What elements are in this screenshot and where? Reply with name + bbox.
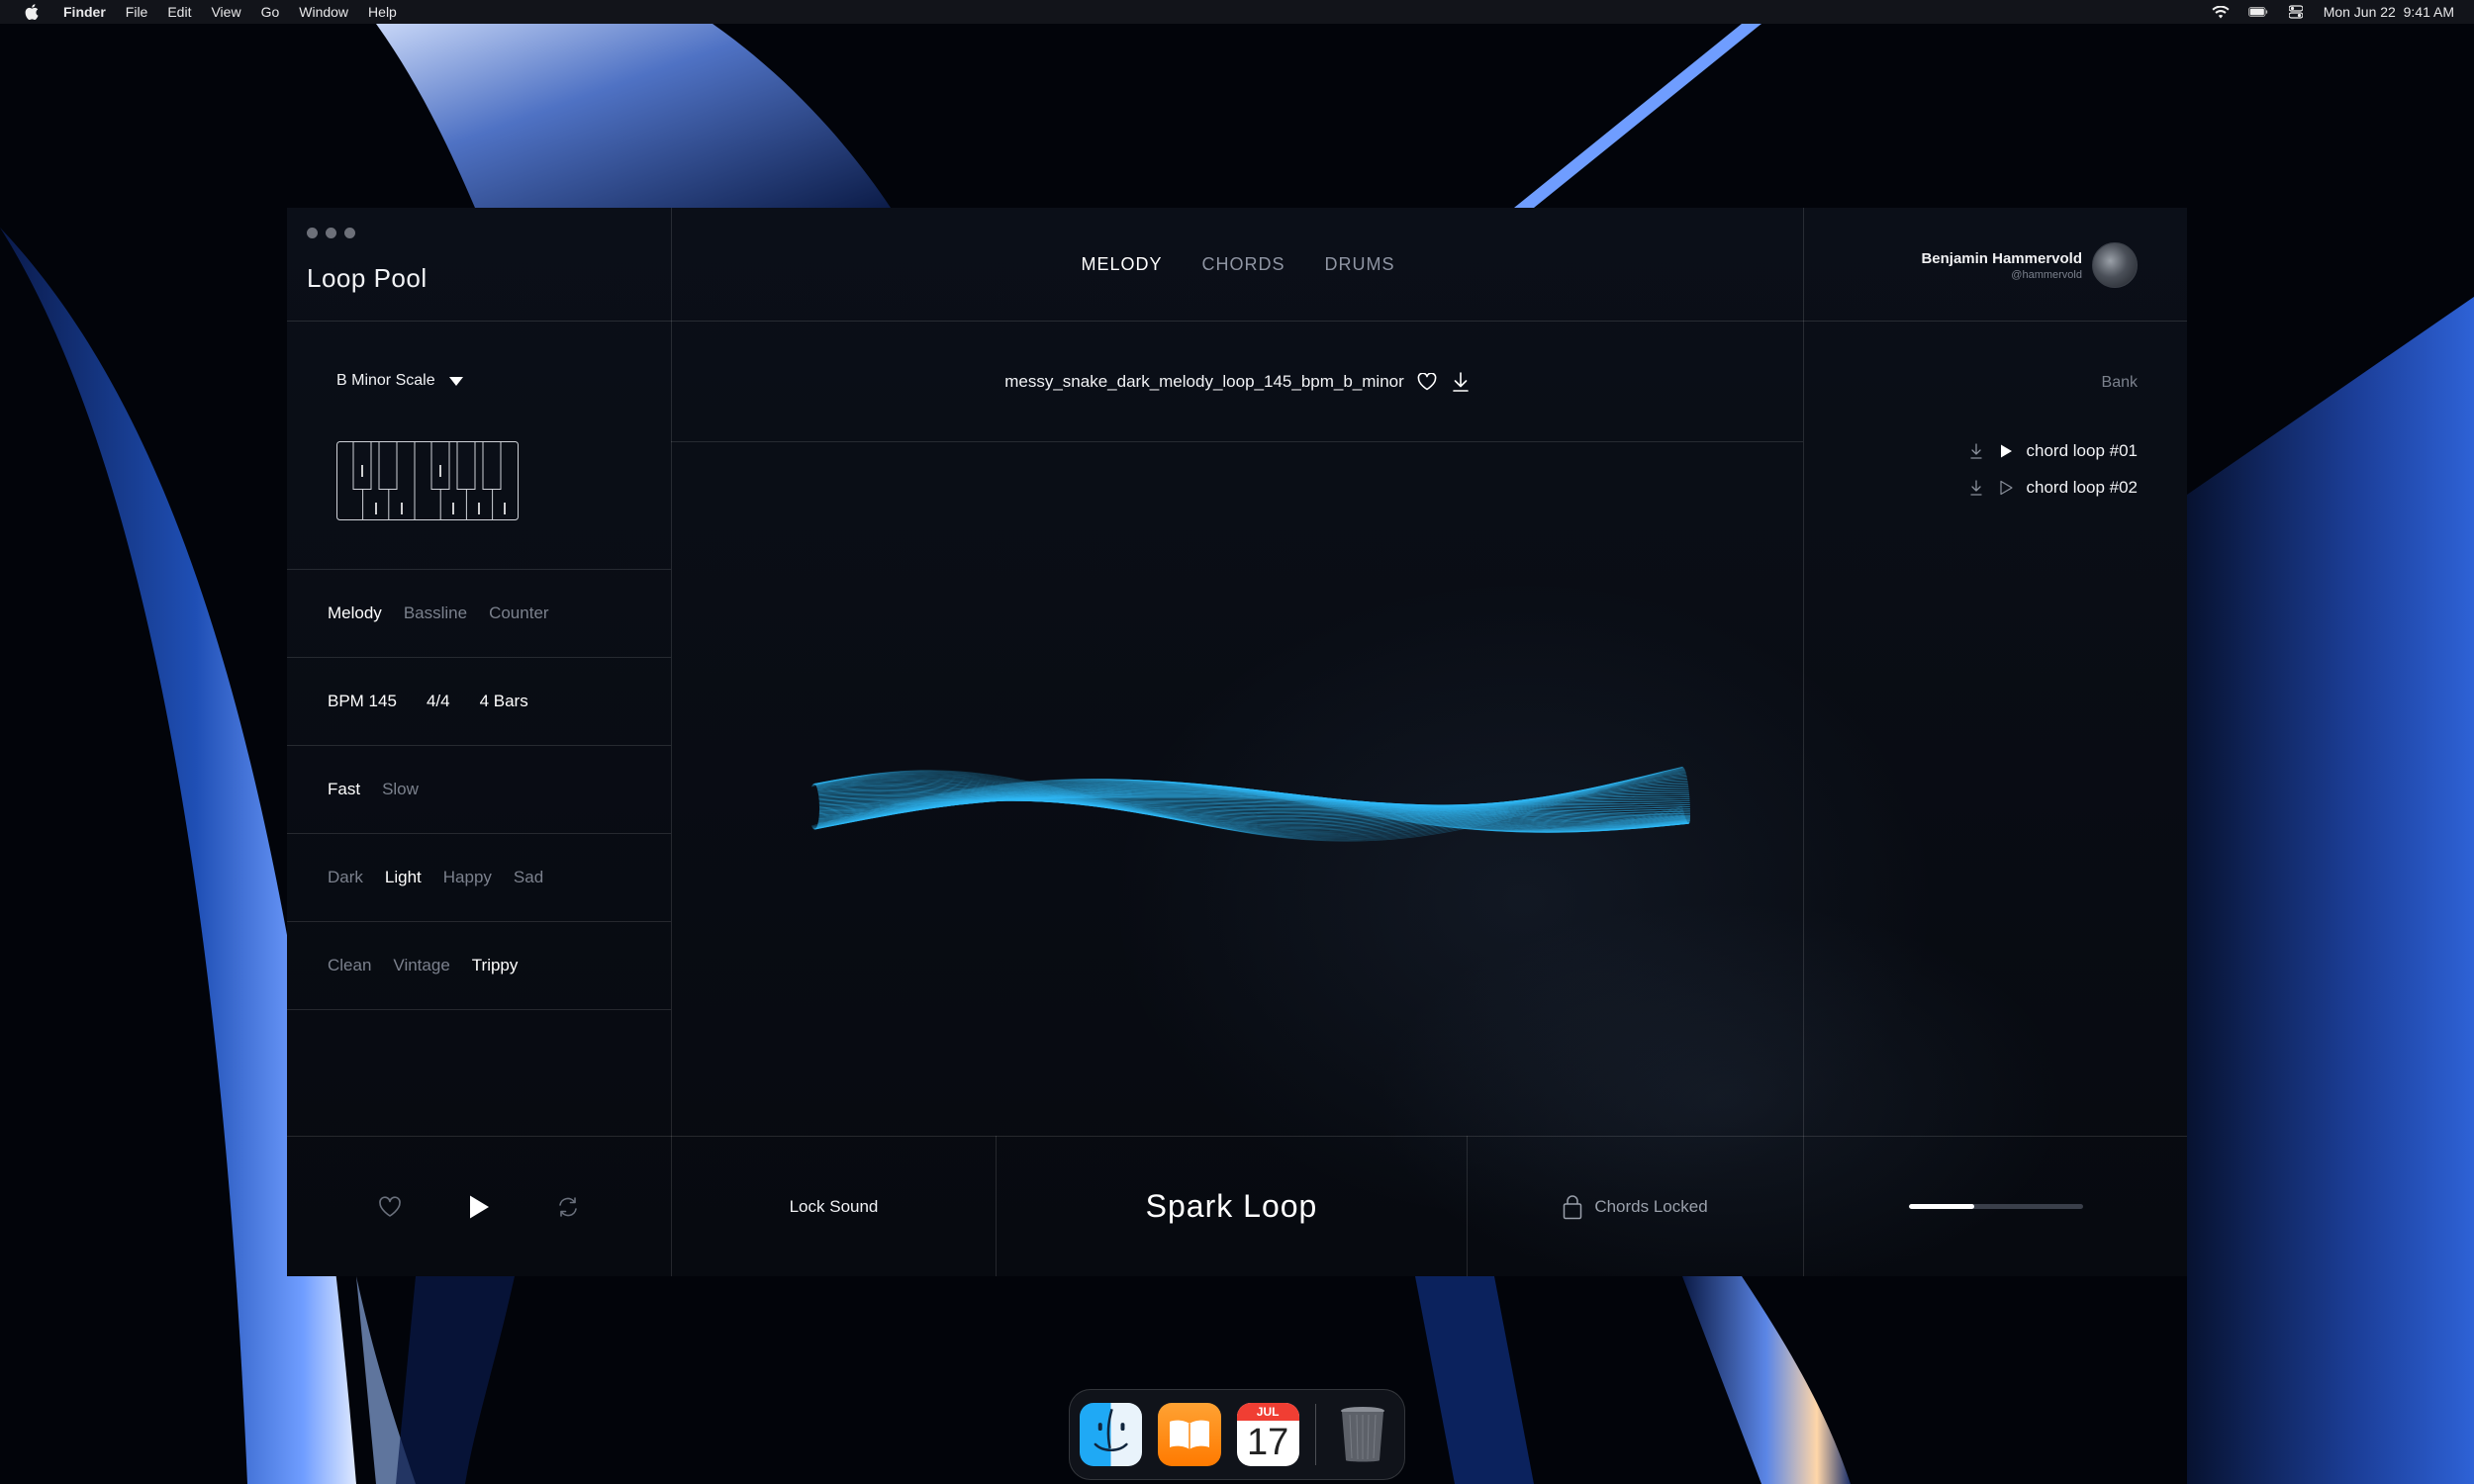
loop-filename-bar: messy_snake_dark_melody_loop_145_bpm_b_m… xyxy=(673,322,1803,441)
refresh-icon[interactable] xyxy=(548,1187,588,1227)
menu-edit[interactable]: Edit xyxy=(167,4,191,20)
play-button[interactable] xyxy=(459,1187,499,1227)
zoom-window-button[interactable] xyxy=(344,228,355,238)
spark-loop-button[interactable]: Spark Loop xyxy=(1146,1188,1318,1225)
calendar-icon[interactable]: JUL 17 xyxy=(1236,1403,1299,1466)
option-light[interactable]: Light xyxy=(385,868,422,887)
option-fast[interactable]: Fast xyxy=(328,780,360,799)
tab-chords[interactable]: CHORDS xyxy=(1202,254,1285,275)
option-clean[interactable]: Clean xyxy=(328,956,371,975)
download-icon[interactable] xyxy=(1967,442,1985,460)
part-selector: Melody Bassline Counter xyxy=(287,569,673,657)
battery-icon[interactable] xyxy=(2247,5,2268,19)
favorite-button[interactable] xyxy=(370,1187,410,1227)
progress-fill xyxy=(1908,1204,1975,1209)
app-title: Loop Pool xyxy=(307,263,428,293)
tab-melody[interactable]: MELODY xyxy=(1081,254,1162,275)
loop-name: chord loop #02 xyxy=(2026,478,2138,497)
scale-dropdown-label: B Minor Scale xyxy=(336,372,435,389)
list-item[interactable]: chord loop #01 xyxy=(1967,441,2138,461)
piano-keyboard-icon xyxy=(336,441,519,525)
download-icon[interactable] xyxy=(1967,479,1985,497)
option-happy[interactable]: Happy xyxy=(443,868,492,887)
tempo-selector: BPM 145 4/4 4 Bars xyxy=(287,657,673,745)
avatar[interactable] xyxy=(2092,242,2138,288)
dock-separator xyxy=(1314,1404,1316,1465)
chords-locked-button[interactable]: Chords Locked xyxy=(1563,1194,1708,1220)
texture-selector: Clean Vintage Trippy xyxy=(287,921,673,1009)
option-vintage[interactable]: Vintage xyxy=(393,956,449,975)
play-icon[interactable] xyxy=(1997,479,2015,497)
trash-icon[interactable] xyxy=(1332,1403,1394,1466)
apple-icon[interactable] xyxy=(20,0,44,24)
option-melody[interactable]: Melody xyxy=(328,603,382,623)
wifi-icon[interactable] xyxy=(2211,5,2231,19)
speed-selector: Fast Slow xyxy=(287,745,673,833)
menu-help[interactable]: Help xyxy=(368,4,397,20)
chords-locked-cell: Chords Locked xyxy=(1468,1137,1803,1276)
option-bassline[interactable]: Bassline xyxy=(404,603,467,623)
close-window-button[interactable] xyxy=(307,228,318,238)
chevron-down-icon xyxy=(448,376,463,386)
user-handle: @hammervold xyxy=(2011,268,2082,281)
menu-bar: Finder File Edit View Go Window Help Mon… xyxy=(0,0,2474,24)
option-time-signature[interactable]: 4/4 xyxy=(427,692,450,711)
download-icon[interactable] xyxy=(1450,371,1472,393)
divider xyxy=(671,441,1803,442)
finder-icon[interactable] xyxy=(1080,1403,1143,1466)
lock-sound-cell: Lock Sound xyxy=(672,1137,996,1276)
user-profile[interactable]: Benjamin Hammervold @hammervold xyxy=(1921,242,2138,288)
divider xyxy=(287,1009,671,1010)
divider xyxy=(1803,208,1804,1276)
calendar-month: JUL xyxy=(1236,1403,1299,1421)
progress-cell xyxy=(1804,1137,2187,1276)
option-sad[interactable]: Sad xyxy=(514,868,543,887)
tab-drums[interactable]: DRUMS xyxy=(1325,254,1395,275)
chords-locked-label: Chords Locked xyxy=(1594,1196,1708,1216)
lock-sound-button[interactable]: Lock Sound xyxy=(790,1197,879,1217)
spark-loop-cell: Spark Loop xyxy=(997,1137,1467,1276)
scale-dropdown[interactable]: B Minor Scale xyxy=(336,372,463,390)
menu-view[interactable]: View xyxy=(211,4,240,20)
menu-file[interactable]: File xyxy=(126,4,148,20)
menu-finder[interactable]: Finder xyxy=(63,4,106,20)
option-counter[interactable]: Counter xyxy=(489,603,548,623)
window-controls xyxy=(307,228,355,238)
option-trippy[interactable]: Trippy xyxy=(472,956,519,975)
calendar-day: 17 xyxy=(1246,1422,1289,1463)
user-name: Benjamin Hammervold xyxy=(1921,249,2082,267)
loop-name: chord loop #01 xyxy=(2026,441,2138,460)
dock: JUL 17 xyxy=(1069,1389,1405,1480)
minimize-window-button[interactable] xyxy=(326,228,336,238)
menu-window[interactable]: Window xyxy=(299,4,348,20)
bank-label[interactable]: Bank xyxy=(2102,374,2138,392)
mood-selector: Dark Light Happy Sad xyxy=(287,833,673,921)
menubar-clock[interactable]: Mon Jun 22 9:41 AM xyxy=(2324,4,2454,20)
playback-controls xyxy=(287,1137,671,1276)
play-icon[interactable] xyxy=(1997,442,2015,460)
option-slow[interactable]: Slow xyxy=(382,780,419,799)
lock-icon xyxy=(1564,1194,1582,1219)
app-window: Loop Pool MELODY CHORDS DRUMS Benjamin H… xyxy=(287,208,2187,1276)
option-bars[interactable]: 4 Bars xyxy=(480,692,528,711)
main-tabs: MELODY CHORDS DRUMS xyxy=(673,208,1803,322)
option-dark[interactable]: Dark xyxy=(328,868,363,887)
waveform-visualization xyxy=(810,766,1691,842)
menu-go[interactable]: Go xyxy=(261,4,280,20)
heart-icon[interactable] xyxy=(1416,371,1438,393)
playback-progress-slider[interactable] xyxy=(1908,1204,2083,1209)
list-item[interactable]: chord loop #02 xyxy=(1967,478,2138,498)
control-center-icon[interactable] xyxy=(2286,5,2306,19)
loop-filename: messy_snake_dark_melody_loop_145_bpm_b_m… xyxy=(1004,371,1404,391)
option-bpm[interactable]: BPM 145 xyxy=(328,692,397,711)
books-icon[interactable] xyxy=(1158,1403,1221,1466)
